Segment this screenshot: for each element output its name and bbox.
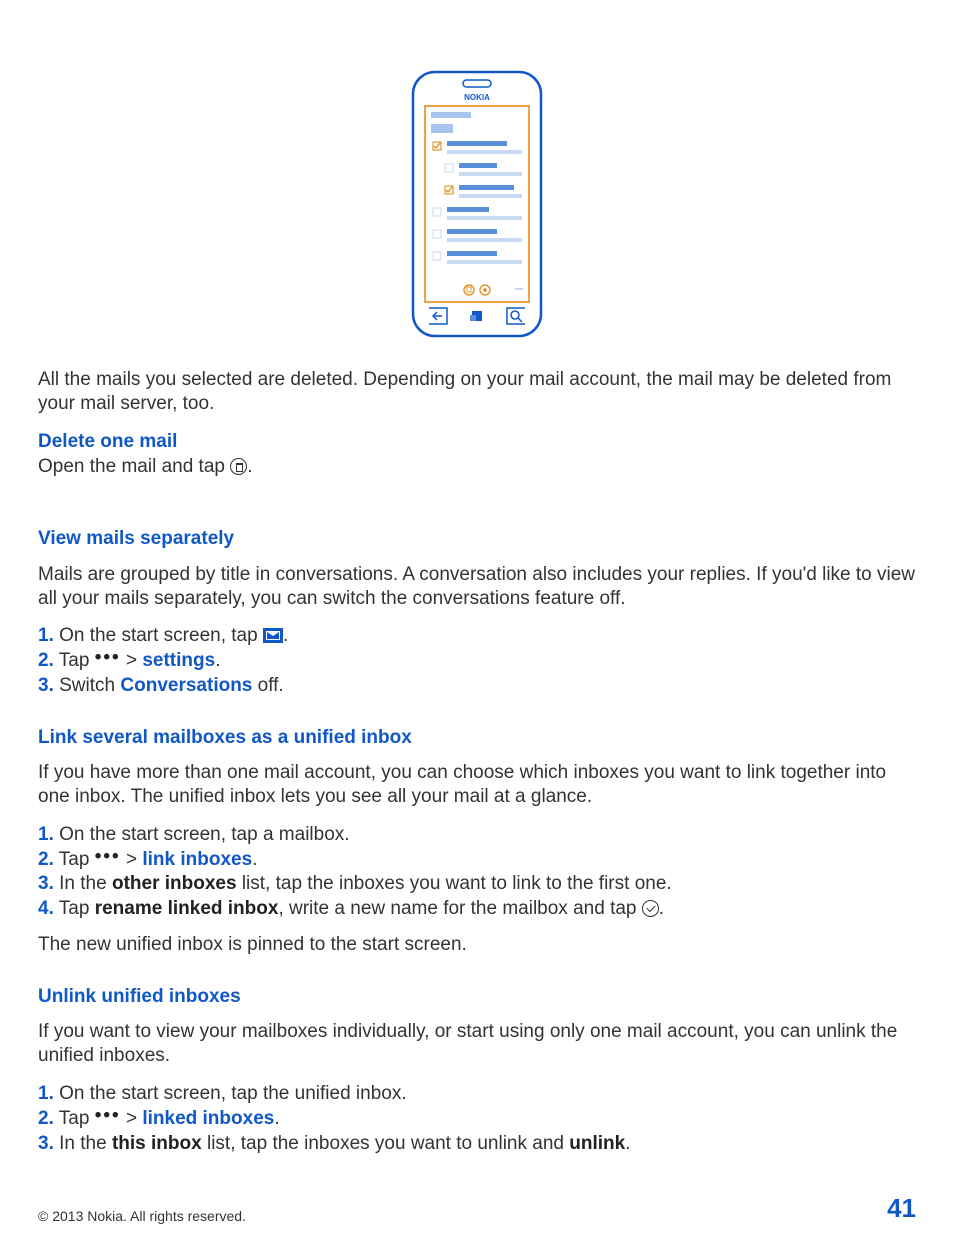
other-inboxes-label: other inboxes	[112, 873, 237, 894]
step-num: 1.	[38, 824, 54, 845]
text: Tap	[54, 898, 95, 919]
text: On the start screen, tap a mailbox.	[54, 824, 350, 845]
step-num: 1.	[38, 1083, 54, 1104]
step-num: 4.	[38, 898, 54, 919]
step-num: 3.	[38, 1133, 54, 1154]
brand-label: NOKIA	[464, 93, 490, 102]
more-dots-icon: •••	[95, 1104, 121, 1128]
text: .	[274, 1108, 279, 1129]
unlink-label: unlink	[569, 1133, 625, 1154]
page-number: 41	[887, 1193, 916, 1224]
text: On the start screen, tap the unified inb…	[54, 1083, 407, 1104]
step-1: 1. On the start screen, tap .	[38, 624, 916, 648]
step-num: 2.	[38, 650, 54, 671]
phone-svg-icon: NOKIA	[407, 68, 547, 340]
this-inbox-label: this inbox	[112, 1133, 202, 1154]
text: Open the mail and tap	[38, 456, 230, 477]
text: Tap	[54, 1108, 95, 1129]
text: , write a new name for the mailbox and t…	[278, 898, 641, 919]
link-inboxes-label: link inboxes	[142, 849, 252, 870]
step-num: 2.	[38, 849, 54, 870]
more-dots-icon: •••	[95, 646, 121, 670]
text: list, tap the inboxes you want to link t…	[237, 873, 672, 894]
text: In the	[54, 873, 112, 894]
text: .	[252, 849, 257, 870]
heading-link-inboxes: Link several mailboxes as a unified inbo…	[38, 726, 916, 750]
text: Tap	[54, 849, 95, 870]
trash-icon	[230, 458, 247, 475]
unlink-step-2: 2. Tap ••• > linked inboxes.	[38, 1107, 916, 1131]
text: >	[121, 650, 143, 671]
text: Switch	[54, 675, 121, 696]
text: >	[121, 1108, 143, 1129]
text: .	[625, 1133, 630, 1154]
text: .	[215, 650, 220, 671]
unlink-step-1: 1. On the start screen, tap the unified …	[38, 1082, 916, 1106]
heading-delete-one: Delete one mail	[38, 430, 916, 454]
conversations-label: Conversations	[120, 675, 252, 696]
step-num: 2.	[38, 1108, 54, 1129]
text: off.	[252, 675, 283, 696]
text: list, tap the inboxes you want to unlink…	[202, 1133, 570, 1154]
heading-unlink: Unlink unified inboxes	[38, 985, 916, 1009]
text: In the	[54, 1133, 112, 1154]
para-link-inboxes: If you have more than one mail account, …	[38, 761, 916, 809]
link-step-1: 1. On the start screen, tap a mailbox.	[38, 823, 916, 847]
unlink-step-3: 3. In the this inbox list, tap the inbox…	[38, 1132, 916, 1156]
phone-illustration: NOKIA	[38, 68, 916, 340]
settings-label: settings	[142, 650, 215, 671]
text: >	[121, 849, 143, 870]
page-container: NOKIA	[0, 0, 954, 1258]
step-num: 3.	[38, 675, 54, 696]
rename-label: rename linked inbox	[95, 898, 279, 919]
step-2: 2. Tap ••• > settings.	[38, 649, 916, 673]
more-dots-icon: •••	[95, 845, 121, 869]
heading-view-separately: View mails separately	[38, 527, 916, 551]
para-delete-one: Open the mail and tap .	[38, 455, 916, 479]
para-view-separately: Mails are grouped by title in conversati…	[38, 563, 916, 611]
text: On the start screen, tap	[54, 625, 263, 646]
linked-inboxes-label: linked inboxes	[142, 1108, 274, 1129]
step-num: 3.	[38, 873, 54, 894]
text: .	[247, 456, 252, 477]
text: Tap	[54, 650, 95, 671]
copyright: © 2013 Nokia. All rights reserved.	[38, 1208, 246, 1224]
link-step-3: 3. In the other inboxes list, tap the in…	[38, 872, 916, 896]
mail-icon	[263, 628, 283, 643]
step-num: 1.	[38, 625, 54, 646]
para-unlink: If you want to view your mailboxes indiv…	[38, 1020, 916, 1068]
text: .	[659, 898, 664, 919]
check-icon	[642, 900, 659, 917]
link-step-2: 2. Tap ••• > link inboxes.	[38, 848, 916, 872]
para-deleted: All the mails you selected are deleted. …	[38, 368, 916, 416]
footer: © 2013 Nokia. All rights reserved. 41	[38, 1193, 916, 1224]
text: .	[283, 625, 288, 646]
content-body: All the mails you selected are deleted. …	[38, 368, 916, 1155]
link-step-4: 4. Tap rename linked inbox, write a new …	[38, 897, 916, 921]
step-3: 3. Switch Conversations off.	[38, 674, 916, 698]
para-pinned: The new unified inbox is pinned to the s…	[38, 933, 916, 957]
